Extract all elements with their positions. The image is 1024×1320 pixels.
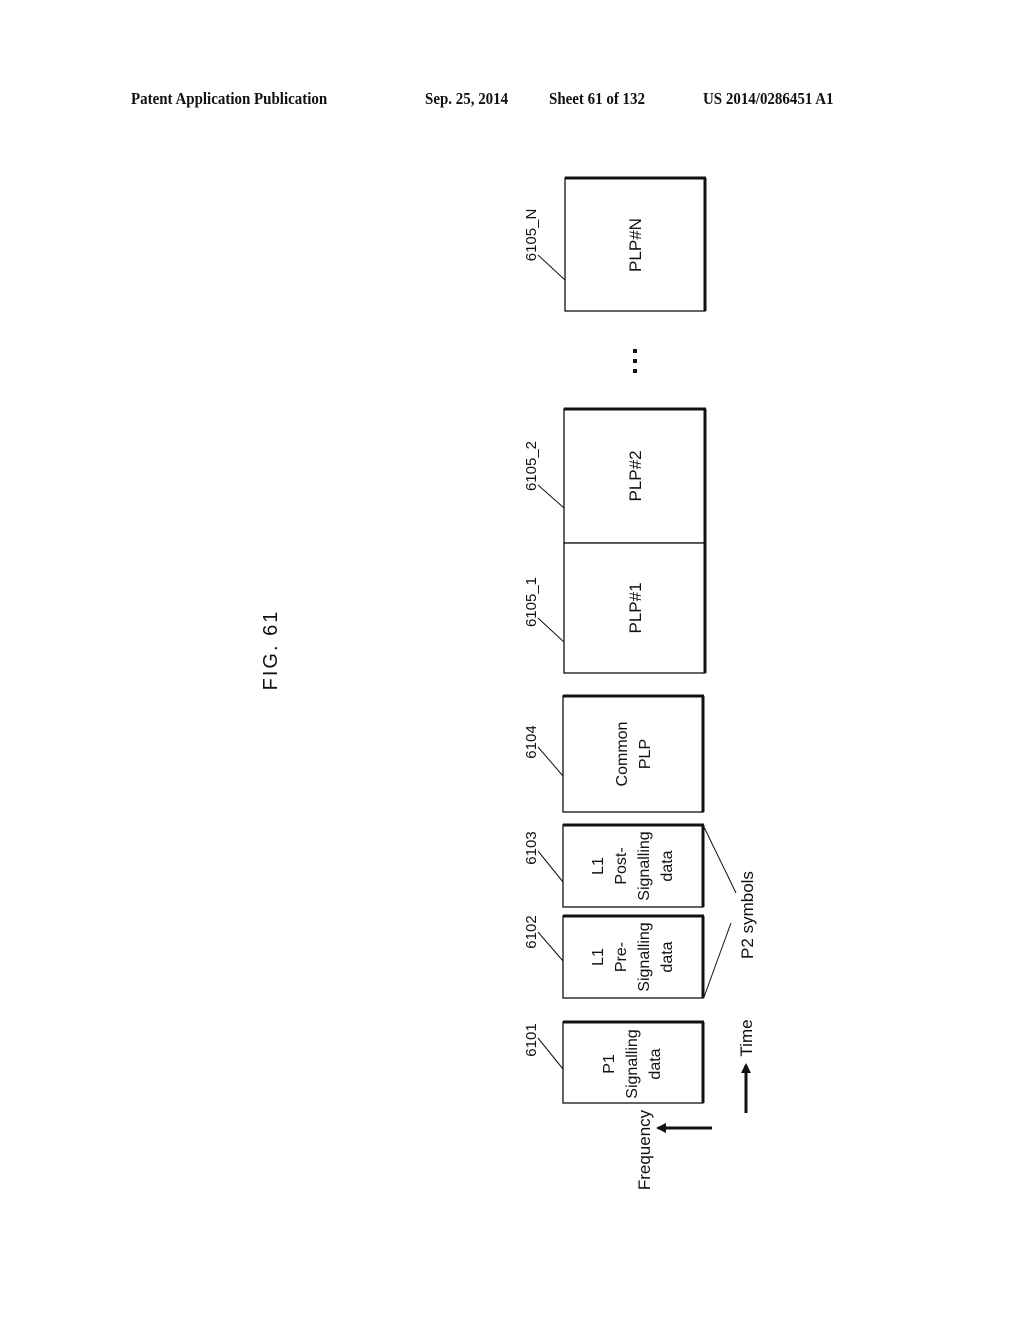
figure-diagram: FIG. 61 PLP#N 6105_N PLP#2 6105_2 PLP#1 … <box>260 176 757 1190</box>
block-label: Signalling <box>636 831 653 900</box>
block-label: Pre- <box>613 942 630 972</box>
leader-line <box>537 1037 564 1070</box>
leader-line <box>537 850 564 883</box>
block-label: Common <box>614 722 631 787</box>
block-6105-n: PLP#N 6105_N <box>523 176 707 312</box>
block-label: PLP#1 <box>626 582 645 633</box>
dot <box>633 349 637 353</box>
dot <box>633 359 637 363</box>
ref-6103: 6103 <box>523 831 540 864</box>
frequency-label: Frequency <box>635 1109 654 1190</box>
p2-symbols-label: P2 symbols <box>738 871 757 959</box>
block-label: L1 <box>590 857 607 875</box>
block-label: data <box>647 1048 664 1079</box>
ref-6105-n: 6105_N <box>523 209 540 262</box>
ref-6105-1: 6105_1 <box>523 577 540 627</box>
block-label: data <box>659 850 676 881</box>
block-6102: L1 Pre- Signalling data 6102 <box>523 914 705 999</box>
leader-line <box>537 254 566 281</box>
block-label: P1 <box>601 1054 618 1074</box>
block-label: PLP <box>637 739 654 769</box>
block-label: PLP#2 <box>626 450 645 501</box>
block-6105-1: PLP#1 6105_1 <box>523 542 707 674</box>
frequency-axis: Frequency <box>635 1109 712 1190</box>
block-label: Signalling <box>636 922 653 991</box>
ref-6105-2: 6105_2 <box>523 441 540 491</box>
block-6101: P1 Signalling data 6101 <box>523 1020 705 1104</box>
ref-6104: 6104 <box>523 725 540 758</box>
leader-line <box>537 484 565 509</box>
ellipsis-dots <box>633 349 637 373</box>
block-label: Post- <box>613 847 630 884</box>
ref-6102: 6102 <box>523 915 540 948</box>
block-6105-2: PLP#2 6105_2 <box>523 407 707 544</box>
time-label: Time <box>737 1019 756 1056</box>
leader-line <box>703 826 737 894</box>
block-label: PLP#N <box>626 218 645 272</box>
block-6104: Common PLP 6104 <box>523 694 705 813</box>
leader-line <box>537 931 564 962</box>
leader-line <box>537 746 564 777</box>
block-label: L1 <box>590 948 607 966</box>
figure-title: FIG. 61 <box>260 610 282 691</box>
leader-line <box>703 922 732 998</box>
dot <box>633 369 637 373</box>
block-6103: L1 Post- Signalling data 6103 <box>523 823 705 908</box>
block-label: Signalling <box>624 1029 641 1098</box>
leader-line <box>537 617 565 643</box>
p2-symbols-annotation: P2 symbols <box>703 826 757 998</box>
ref-6101: 6101 <box>523 1023 540 1056</box>
time-axis: Time <box>737 1019 756 1113</box>
block-label: data <box>659 941 676 972</box>
